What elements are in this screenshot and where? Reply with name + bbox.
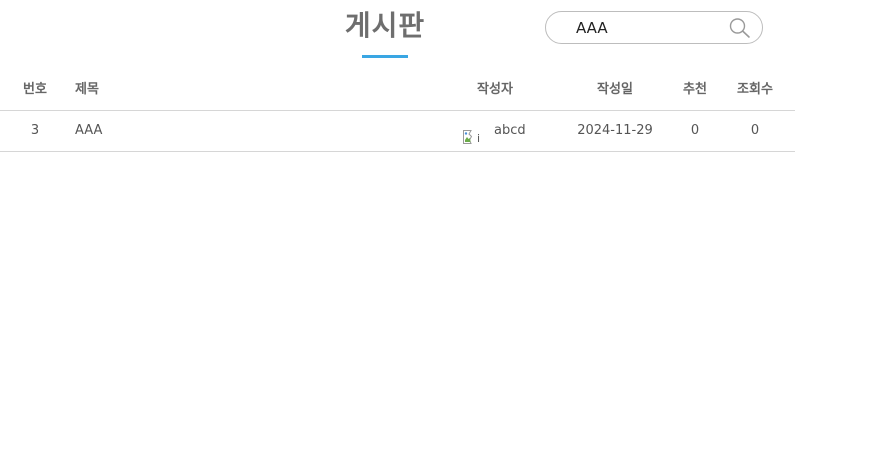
search-icon <box>729 18 750 38</box>
column-header-no: 번호 <box>23 82 47 97</box>
table-row[interactable]: 3 AAA i abcd 2024-11-29 0 0 <box>0 111 795 152</box>
search-button[interactable] <box>728 17 752 39</box>
search-box <box>545 11 763 44</box>
post-title-link[interactable]: AAA <box>75 123 102 138</box>
author-name: abcd <box>494 123 526 138</box>
title-underline <box>362 55 408 58</box>
column-header-date: 작성일 <box>597 82 633 97</box>
avatar-alt-text: i <box>477 132 480 145</box>
column-header-views: 조회수 <box>737 82 773 97</box>
column-header-recommend: 추천 <box>683 82 707 97</box>
board-page: 게시판 번호 제목 작성자 작성일 추천 조회수 3 AAA <box>0 0 887 473</box>
column-header-title: 제목 <box>75 82 99 97</box>
search-input[interactable] <box>576 17 726 39</box>
row-view-count: 0 <box>750 123 760 138</box>
row-date: 2024-11-29 <box>577 123 653 138</box>
row-number: 3 <box>30 123 40 138</box>
board-table: 번호 제목 작성자 작성일 추천 조회수 3 AAA i abcd 2024-1… <box>0 70 795 152</box>
table-header: 번호 제목 작성자 작성일 추천 조회수 <box>0 70 795 111</box>
row-recommend-count: 0 <box>690 123 700 138</box>
column-header-author: 작성자 <box>477 82 513 97</box>
row-title-cell: AAA <box>75 111 435 151</box>
page-title: 게시판 <box>344 9 426 42</box>
row-author-cell: i abcd <box>462 111 552 151</box>
broken-image-icon: i <box>462 122 482 145</box>
